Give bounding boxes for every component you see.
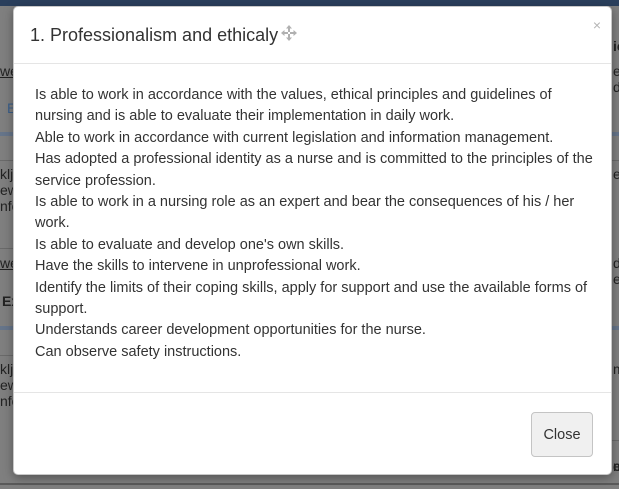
background-band bbox=[612, 132, 619, 136]
background-band bbox=[0, 132, 13, 136]
competency-item: Has adopted a professional identity as a… bbox=[35, 151, 593, 189]
competency-item: Have the skills to intervene in unprofes… bbox=[35, 258, 361, 275]
competency-item: Able to work in accordance with current … bbox=[35, 129, 554, 146]
background-text-fragment: klj bbox=[0, 166, 14, 182]
close-button[interactable]: Close bbox=[531, 412, 593, 457]
background-text-fragment: klj bbox=[0, 361, 14, 377]
competency-item: Understands career development opportuni… bbox=[35, 322, 426, 339]
modal-header: 1. Professionalism and ethicaly × bbox=[14, 7, 611, 64]
modal-body: Is able to work in accordance with the v… bbox=[35, 85, 601, 363]
background-text-fragment: d bbox=[613, 79, 619, 95]
background-text-fragment: e bbox=[613, 63, 619, 79]
background-text-fragment: e bbox=[613, 166, 619, 182]
background-divider bbox=[0, 248, 13, 249]
close-icon[interactable]: × bbox=[593, 18, 601, 32]
background-text-fragment: d bbox=[613, 255, 619, 271]
modal-dialog: 1. Professionalism and ethicaly × Is abl… bbox=[13, 6, 612, 475]
competency-item: Is able to work in a nursing role as an … bbox=[35, 194, 575, 232]
background-text-fragment: m bbox=[613, 361, 619, 377]
competency-item: Is able to evaluate and develop one's ow… bbox=[35, 236, 345, 253]
background-bottom-text-strip bbox=[0, 483, 619, 485]
background-text-fragment: e bbox=[613, 271, 619, 287]
background-divider bbox=[612, 160, 619, 161]
modal-footer: Close bbox=[14, 392, 611, 474]
background-heading-fragment: ic bbox=[613, 38, 619, 54]
modal-title: 1. Professionalism and ethicaly bbox=[30, 25, 279, 45]
background-band bbox=[612, 326, 619, 330]
competency-item: Can observe safety instructions. bbox=[35, 343, 242, 360]
background-divider bbox=[0, 160, 13, 161]
competency-item: Identify the limits of their coping skil… bbox=[35, 279, 588, 318]
background-divider bbox=[612, 440, 619, 441]
move-icon[interactable] bbox=[281, 25, 297, 41]
background-band bbox=[0, 326, 13, 330]
background-heading-fragment: e bbox=[613, 458, 619, 474]
competency-item: Is able to work in accordance with the v… bbox=[35, 87, 552, 125]
background-divider bbox=[0, 355, 13, 356]
